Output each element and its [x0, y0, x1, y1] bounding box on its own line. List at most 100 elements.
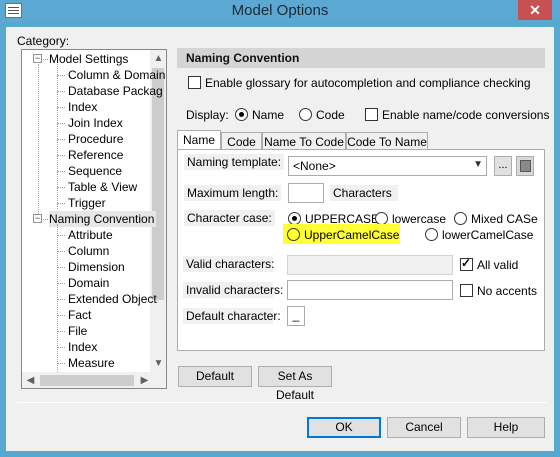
tree-item[interactable]: Index: [68, 339, 99, 355]
tree-item-label: Fact: [68, 308, 92, 322]
tree-item[interactable]: Naming Convention: [49, 211, 157, 227]
max-length-input[interactable]: [288, 183, 324, 203]
dialog-client-area: Category: ▲ ▼ ◀ ▶ Model Settings − Column …: [6, 27, 554, 451]
tree-connector: [57, 75, 65, 76]
tree-item[interactable]: Fact: [68, 307, 93, 323]
tree-item[interactable]: Column & Domain: [68, 67, 166, 83]
tree-item[interactable]: Dimension: [68, 259, 127, 275]
case-lowercamelcase-label: lowerCamelCase: [442, 228, 534, 242]
default-character-input[interactable]: _: [287, 306, 305, 326]
set-as-default-button[interactable]: Set As Default: [258, 366, 332, 402]
tree-horizontal-scroll-thumb[interactable]: [40, 375, 134, 386]
tree-connector: [57, 107, 65, 108]
case-mixed-label: Mixed CASe: [471, 212, 538, 226]
tree-item[interactable]: Database Packag: [68, 83, 165, 99]
tree-connector: [57, 283, 65, 284]
display-code-radio[interactable]: [299, 108, 312, 121]
tree-item[interactable]: Trigger: [68, 195, 108, 211]
tree-connector: [57, 347, 65, 348]
case-uppercamelcase-label: UpperCamelCase: [304, 228, 400, 242]
tree-item[interactable]: Extended Object: [68, 291, 159, 307]
tree-item-label: Procedure: [68, 132, 124, 146]
case-lowercamelcase-radio[interactable]: [425, 228, 438, 241]
default-button[interactable]: Default: [178, 366, 252, 387]
template-properties-icon[interactable]: [516, 156, 534, 176]
tree-connector: [43, 59, 48, 60]
max-length-label: Maximum length:: [184, 185, 282, 201]
tree-item-label: Index: [68, 100, 98, 114]
no-accents-checkbox[interactable]: [460, 284, 473, 297]
character-case-label: Character case:: [184, 210, 275, 226]
collapse-icon[interactable]: −: [33, 54, 42, 63]
footer-separator: [17, 402, 547, 403]
tree-horizontal-scrollbar[interactable]: ◀ ▶: [22, 372, 166, 388]
tree-vertical-scroll-thumb[interactable]: [152, 68, 164, 300]
tree-item-label: Reference: [68, 148, 124, 162]
collapse-icon[interactable]: −: [33, 214, 42, 223]
tree-connector: [57, 315, 65, 316]
tree-connector: [43, 219, 48, 220]
display-label: Display:: [186, 108, 229, 122]
tree-connector: [57, 155, 65, 156]
tree-item-label: Index: [68, 340, 98, 354]
section-header: Naming Convention: [177, 48, 545, 68]
chevron-down-icon: ▼: [473, 159, 483, 170]
scroll-right-icon[interactable]: ▶: [136, 372, 153, 388]
window-title: Model Options: [231, 2, 329, 19]
category-tree[interactable]: ▲ ▼ ◀ ▶ Model Settings − Column & Domain Da…: [21, 49, 167, 389]
display-name-radio[interactable]: [235, 108, 248, 121]
tree-connector: [57, 187, 65, 188]
case-mixed-radio[interactable]: [454, 212, 467, 225]
scroll-up-icon[interactable]: ▲: [150, 50, 166, 67]
tree-item-label: Naming Convention: [49, 212, 155, 226]
tree-connector: [57, 203, 65, 204]
tree-connector: [57, 123, 65, 124]
display-name-label: Name: [252, 108, 285, 122]
tree-item[interactable]: Domain: [68, 275, 111, 291]
category-label: Category:: [17, 34, 70, 48]
tree-item-label: Database Packag: [68, 84, 163, 98]
tree-item-label: File: [68, 324, 88, 338]
tree-item-label: Column: [68, 244, 110, 258]
tree-item[interactable]: Procedure: [68, 131, 125, 147]
template-browse-button[interactable]: ...: [494, 156, 512, 176]
invalid-characters-label: Invalid characters:: [183, 282, 283, 298]
tree-item[interactable]: Model Settings: [49, 51, 130, 67]
tree-item[interactable]: Attribute: [68, 227, 115, 243]
ok-button[interactable]: OK: [307, 417, 381, 438]
default-character-label: Default character:: [183, 308, 281, 324]
valid-characters-input[interactable]: [287, 255, 453, 275]
scroll-left-icon[interactable]: ◀: [22, 372, 39, 388]
glossary-checkbox[interactable]: [188, 76, 201, 89]
glossary-label: Enable glossary for autocompletion and c…: [205, 76, 531, 90]
invalid-characters-input[interactable]: [287, 280, 453, 300]
no-accents-label: No accents: [477, 284, 538, 298]
tree-item-label: Trigger: [68, 196, 106, 210]
tree-item-label: Domain: [68, 276, 110, 290]
display-code-label: Code: [316, 108, 345, 122]
naming-template-select[interactable]: <None> ▼: [288, 156, 487, 176]
model-options-window: Model Options ✕ Category: ▲ ▼ ◀ ▶ Model …: [0, 0, 560, 457]
tree-item[interactable]: Sequence: [68, 163, 124, 179]
name-code-conversion-checkbox[interactable]: [365, 108, 378, 121]
tree-item[interactable]: Join Index: [68, 115, 125, 131]
naming-template-value: <None>: [293, 159, 336, 173]
tree-item[interactable]: Column: [68, 243, 111, 259]
cancel-button[interactable]: Cancel: [387, 417, 461, 438]
tree-item-label: Sequence: [68, 164, 123, 178]
tree-item[interactable]: Reference: [68, 147, 125, 163]
tree-item[interactable]: Measure: [68, 355, 117, 371]
tree-item[interactable]: Table & View: [68, 179, 139, 195]
title-bar[interactable]: Model Options ✕: [0, 0, 560, 22]
tree-item[interactable]: File: [68, 323, 89, 339]
tree-item-label: Table & View: [68, 180, 138, 194]
tree-item-label: Measure: [68, 356, 115, 370]
help-button[interactable]: Help: [467, 417, 545, 438]
all-valid-checkbox[interactable]: [460, 256, 473, 271]
all-valid-label: All valid: [477, 258, 519, 272]
tree-item[interactable]: Index: [68, 99, 99, 115]
scroll-down-icon[interactable]: ▼: [150, 355, 166, 372]
tree-item-label: Dimension: [68, 260, 125, 274]
close-button[interactable]: ✕: [518, 0, 552, 20]
case-uppercamelcase-radio[interactable]: [287, 228, 300, 241]
